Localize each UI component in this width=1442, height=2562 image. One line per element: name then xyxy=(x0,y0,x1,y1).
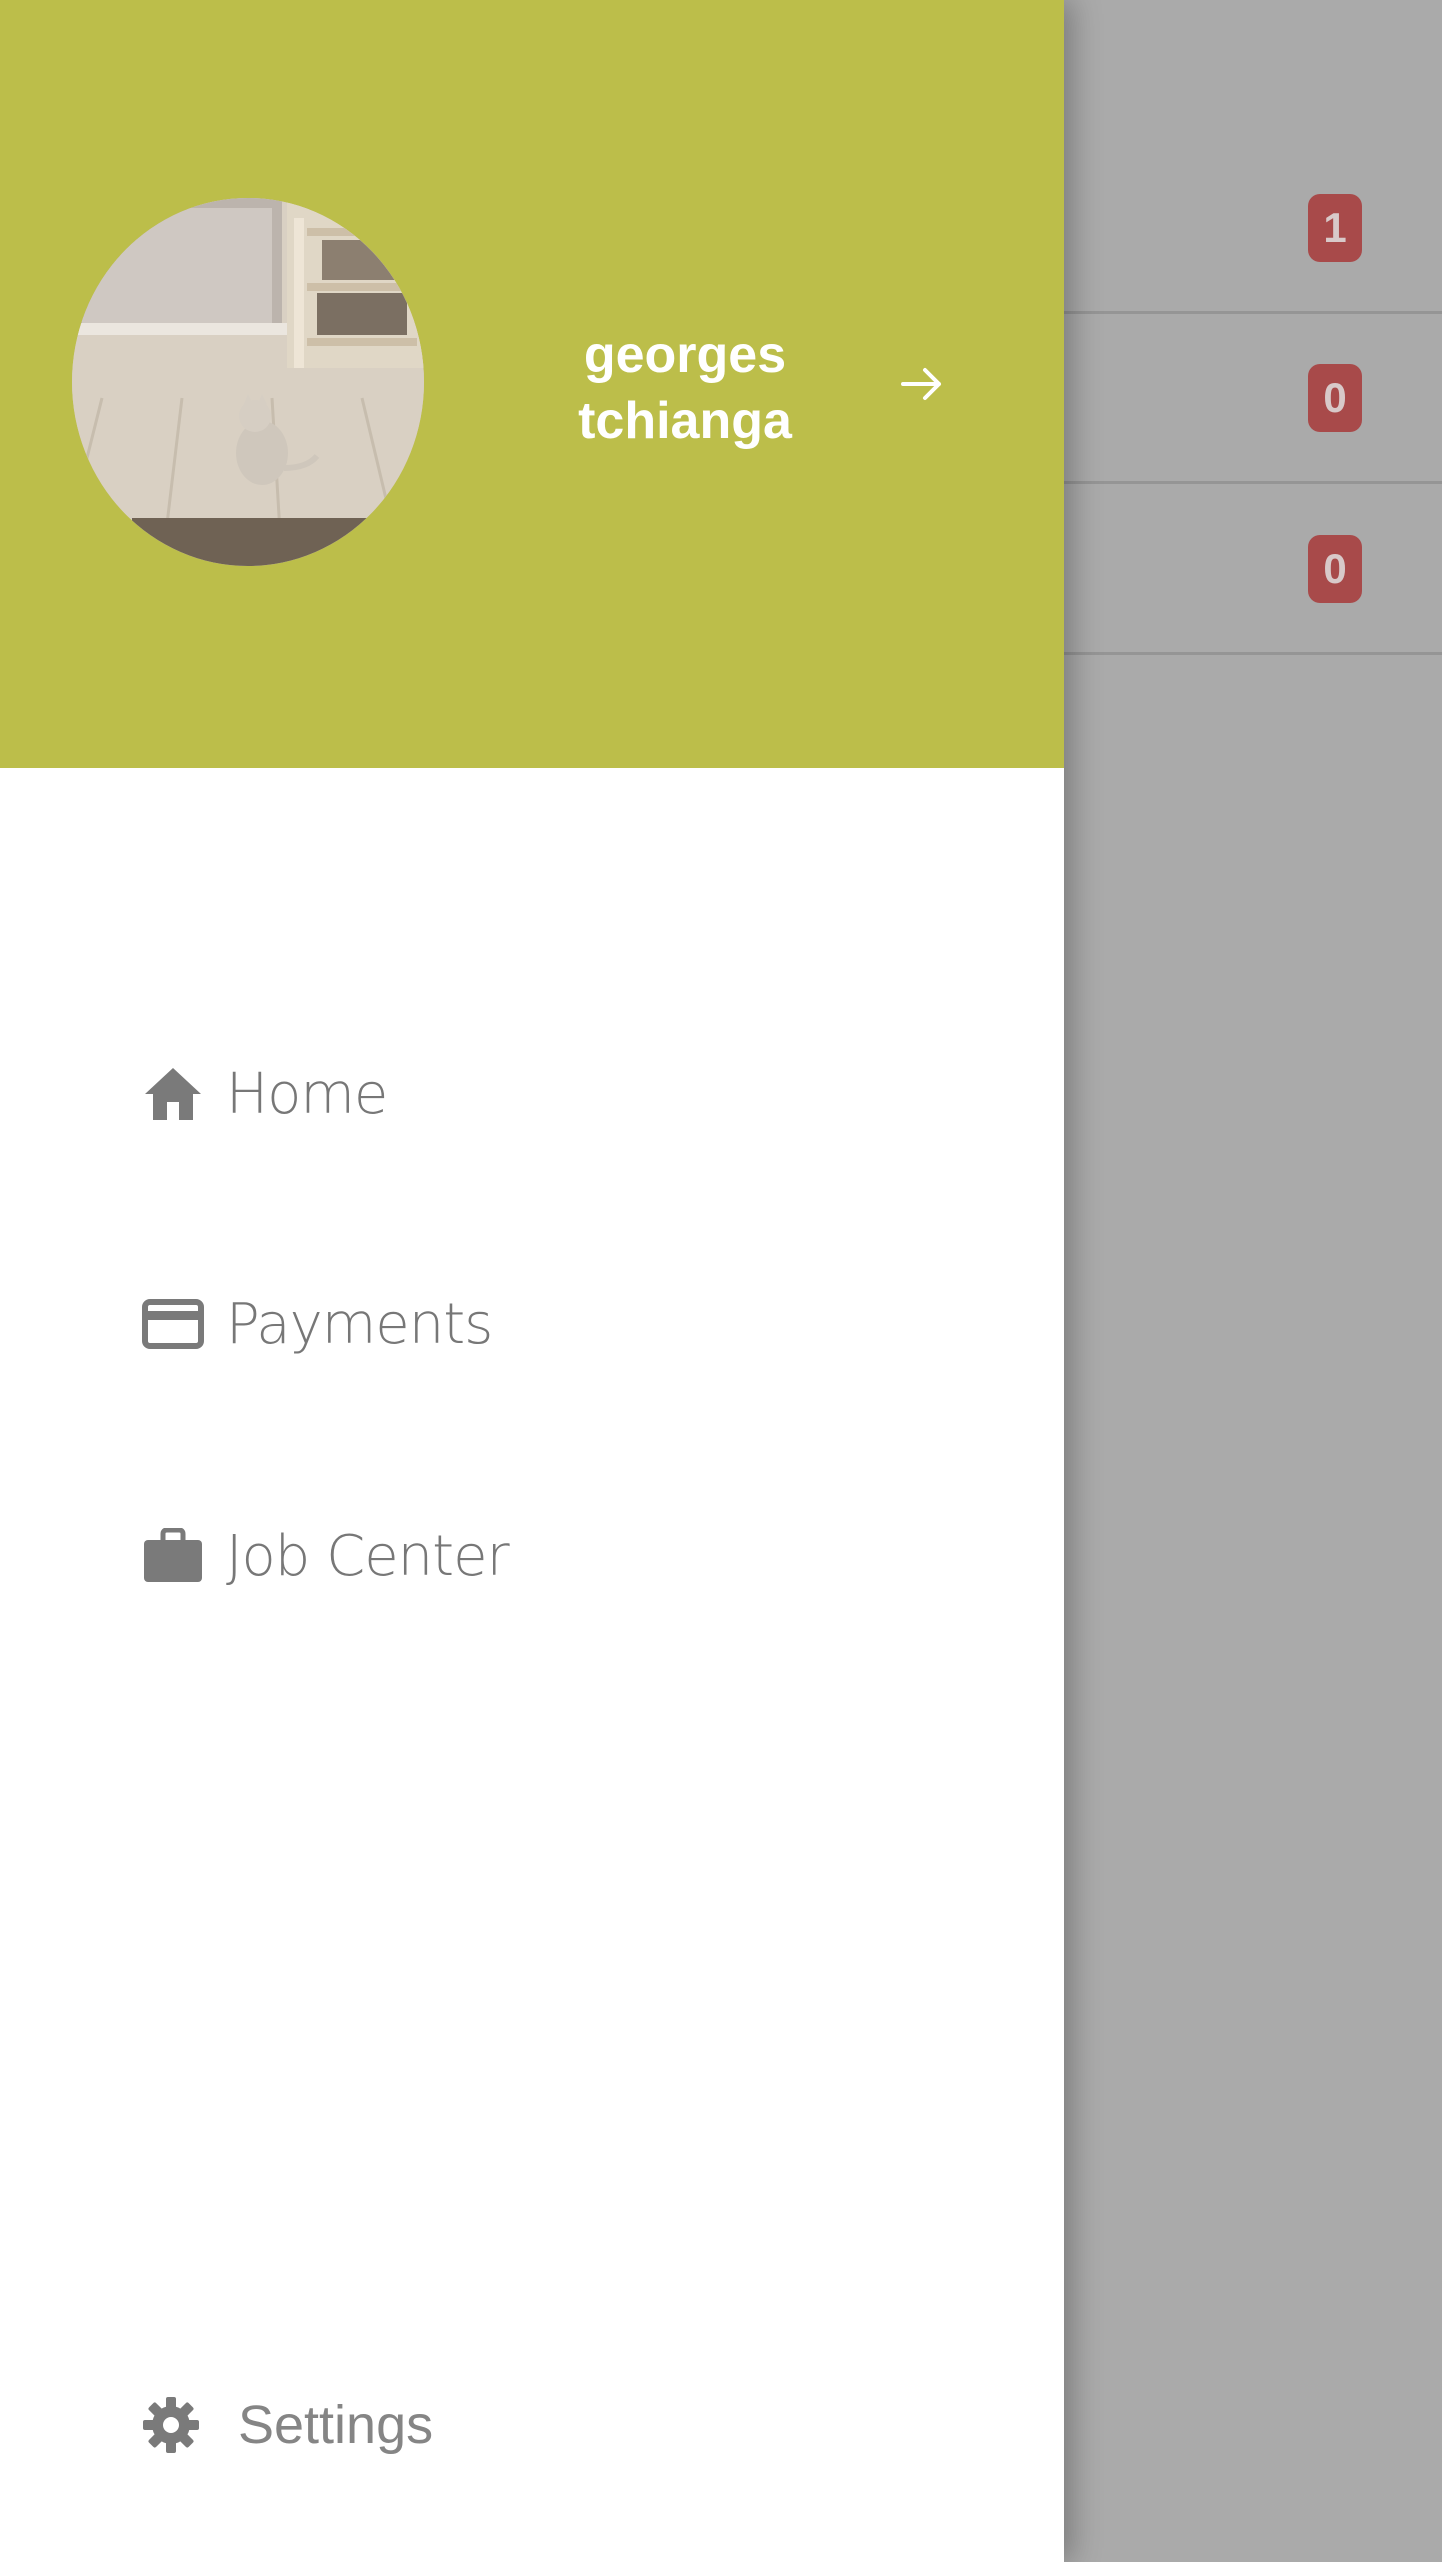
user-first-name: georges xyxy=(583,326,787,384)
avatar-photo xyxy=(72,198,424,566)
gear-icon xyxy=(140,2394,202,2456)
navigation-drawer: georges tchianga Home Payments Job Cente… xyxy=(0,0,1064,2562)
app-screen: 1 0 0 georges tchianga Home Payments Job… xyxy=(0,0,1442,2562)
credit-card-icon xyxy=(140,1291,206,1357)
count-badge: 0 xyxy=(1308,535,1362,603)
menu-item-job-center[interactable]: Job Center xyxy=(140,1511,510,1601)
menu-item-label: Job Center xyxy=(226,1523,510,1589)
arrow-right-icon[interactable] xyxy=(895,357,949,411)
menu-item-label: Home xyxy=(226,1061,388,1127)
avatar[interactable] xyxy=(72,198,424,566)
briefcase-icon xyxy=(140,1523,206,1589)
count-badge: 0 xyxy=(1308,364,1362,432)
menu-item-label: Payments xyxy=(226,1291,493,1357)
user-name[interactable]: georges tchianga xyxy=(520,322,850,454)
menu-item-payments[interactable]: Payments xyxy=(140,1279,493,1369)
drawer-header: georges tchianga xyxy=(0,0,1064,768)
settings-label: Settings xyxy=(238,2395,434,2455)
count-badge: 1 xyxy=(1308,194,1362,262)
menu-item-home[interactable]: Home xyxy=(140,1049,388,1139)
list-item[interactable]: 0 xyxy=(1064,485,1442,655)
list-item[interactable]: 1 xyxy=(1064,144,1442,314)
list-item[interactable]: 0 xyxy=(1064,314,1442,484)
home-icon xyxy=(140,1061,206,1127)
user-last-name: tchianga xyxy=(578,392,792,450)
settings-button[interactable]: Settings xyxy=(140,2380,433,2470)
